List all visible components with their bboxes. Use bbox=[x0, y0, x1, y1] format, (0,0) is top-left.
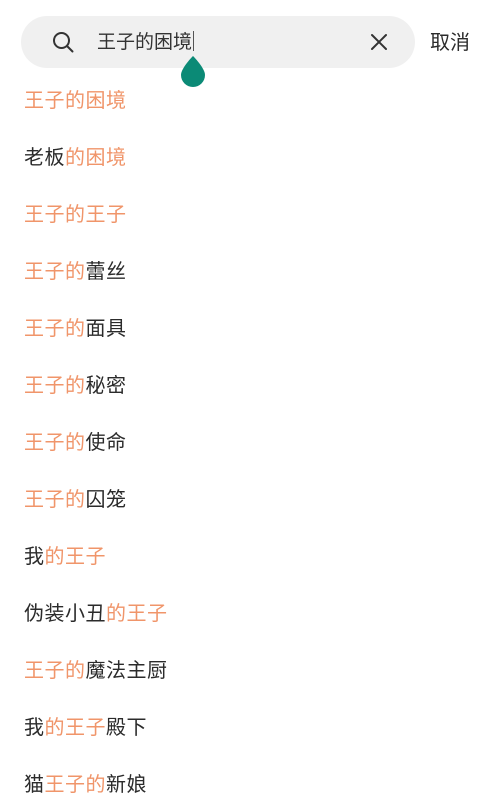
suggestion-match-text: 的王子 bbox=[44, 544, 106, 568]
suggestion-item[interactable]: 我的王子 殿下 bbox=[0, 697, 494, 754]
suggestion-item[interactable]: 王子的 囚笼 bbox=[0, 469, 494, 526]
suggestion-item[interactable]: 王子的困境 bbox=[0, 70, 494, 127]
suggestion-match-text: 王子的王子 bbox=[24, 202, 127, 226]
suggestion-text: 我 bbox=[24, 715, 45, 739]
close-icon[interactable] bbox=[369, 32, 389, 52]
suggestion-text: 囚笼 bbox=[85, 487, 127, 511]
search-query-text: 王子的困境 bbox=[97, 31, 193, 53]
cancel-button[interactable]: 取消 bbox=[430, 29, 470, 55]
suggestion-item[interactable]: 伪装小丑 的王子 bbox=[0, 583, 494, 640]
suggestion-match-text: 王子的困境 bbox=[24, 88, 127, 112]
suggestion-match-text: 王子的 bbox=[24, 430, 86, 454]
suggestion-item[interactable]: 王子的 蕾丝 bbox=[0, 241, 494, 298]
suggestion-text: 猫 bbox=[24, 772, 45, 796]
suggestion-match-text: 王子的 bbox=[24, 658, 86, 682]
suggestion-match-text: 王子的 bbox=[24, 316, 86, 340]
suggestion-text: 殿下 bbox=[106, 715, 147, 739]
suggestion-text: 蕾丝 bbox=[85, 259, 127, 283]
suggestion-text: 我 bbox=[24, 544, 45, 568]
suggestion-item[interactable]: 王子的 面具 bbox=[0, 298, 494, 355]
suggestion-item[interactable]: 王子的 魔法主厨 bbox=[0, 640, 494, 697]
suggestion-item[interactable]: 老板 的困境 bbox=[0, 127, 494, 184]
suggestion-item[interactable]: 我的王子 bbox=[0, 526, 494, 583]
suggestion-text: 秘密 bbox=[85, 373, 127, 397]
suggestion-match-text: 王子的 bbox=[24, 259, 86, 283]
suggestion-text: 魔法主厨 bbox=[85, 658, 168, 682]
suggestion-item[interactable]: 王子的 秘密 bbox=[0, 355, 494, 412]
suggestion-match-text: 的王子 bbox=[44, 715, 106, 739]
suggestion-text: 使命 bbox=[85, 430, 127, 454]
suggestion-text: 新娘 bbox=[106, 772, 147, 796]
suggestion-match-text: 王子的 bbox=[24, 487, 86, 511]
suggestion-item[interactable]: 王子的王子 bbox=[0, 184, 494, 241]
text-caret bbox=[193, 31, 195, 51]
suggestion-text: 面具 bbox=[85, 316, 127, 340]
suggestion-match-text: 王子的 bbox=[44, 772, 106, 796]
suggestion-list: 王子的困境 老板 的困境 王子的王子 王子的 蕾丝 王子的 面具 王子的 秘密 王子的 使命 王子的 囚笼… bbox=[0, 70, 494, 811]
search-bar[interactable]: 王子的困境 bbox=[21, 16, 415, 68]
suggestion-match-text: 王子的 bbox=[24, 373, 86, 397]
search-icon bbox=[53, 32, 74, 53]
suggestion-item[interactable]: 猫王子的 新娘 bbox=[0, 754, 494, 811]
suggestion-match-text: 的王子 bbox=[106, 601, 168, 625]
suggestion-item[interactable]: 王子的 使命 bbox=[0, 412, 494, 469]
suggestion-text: 伪装小丑 bbox=[24, 601, 106, 625]
suggestion-text: 老板 bbox=[24, 145, 65, 169]
search-input[interactable]: 王子的困境 bbox=[97, 30, 195, 54]
suggestion-match-text: 的困境 bbox=[65, 145, 127, 169]
